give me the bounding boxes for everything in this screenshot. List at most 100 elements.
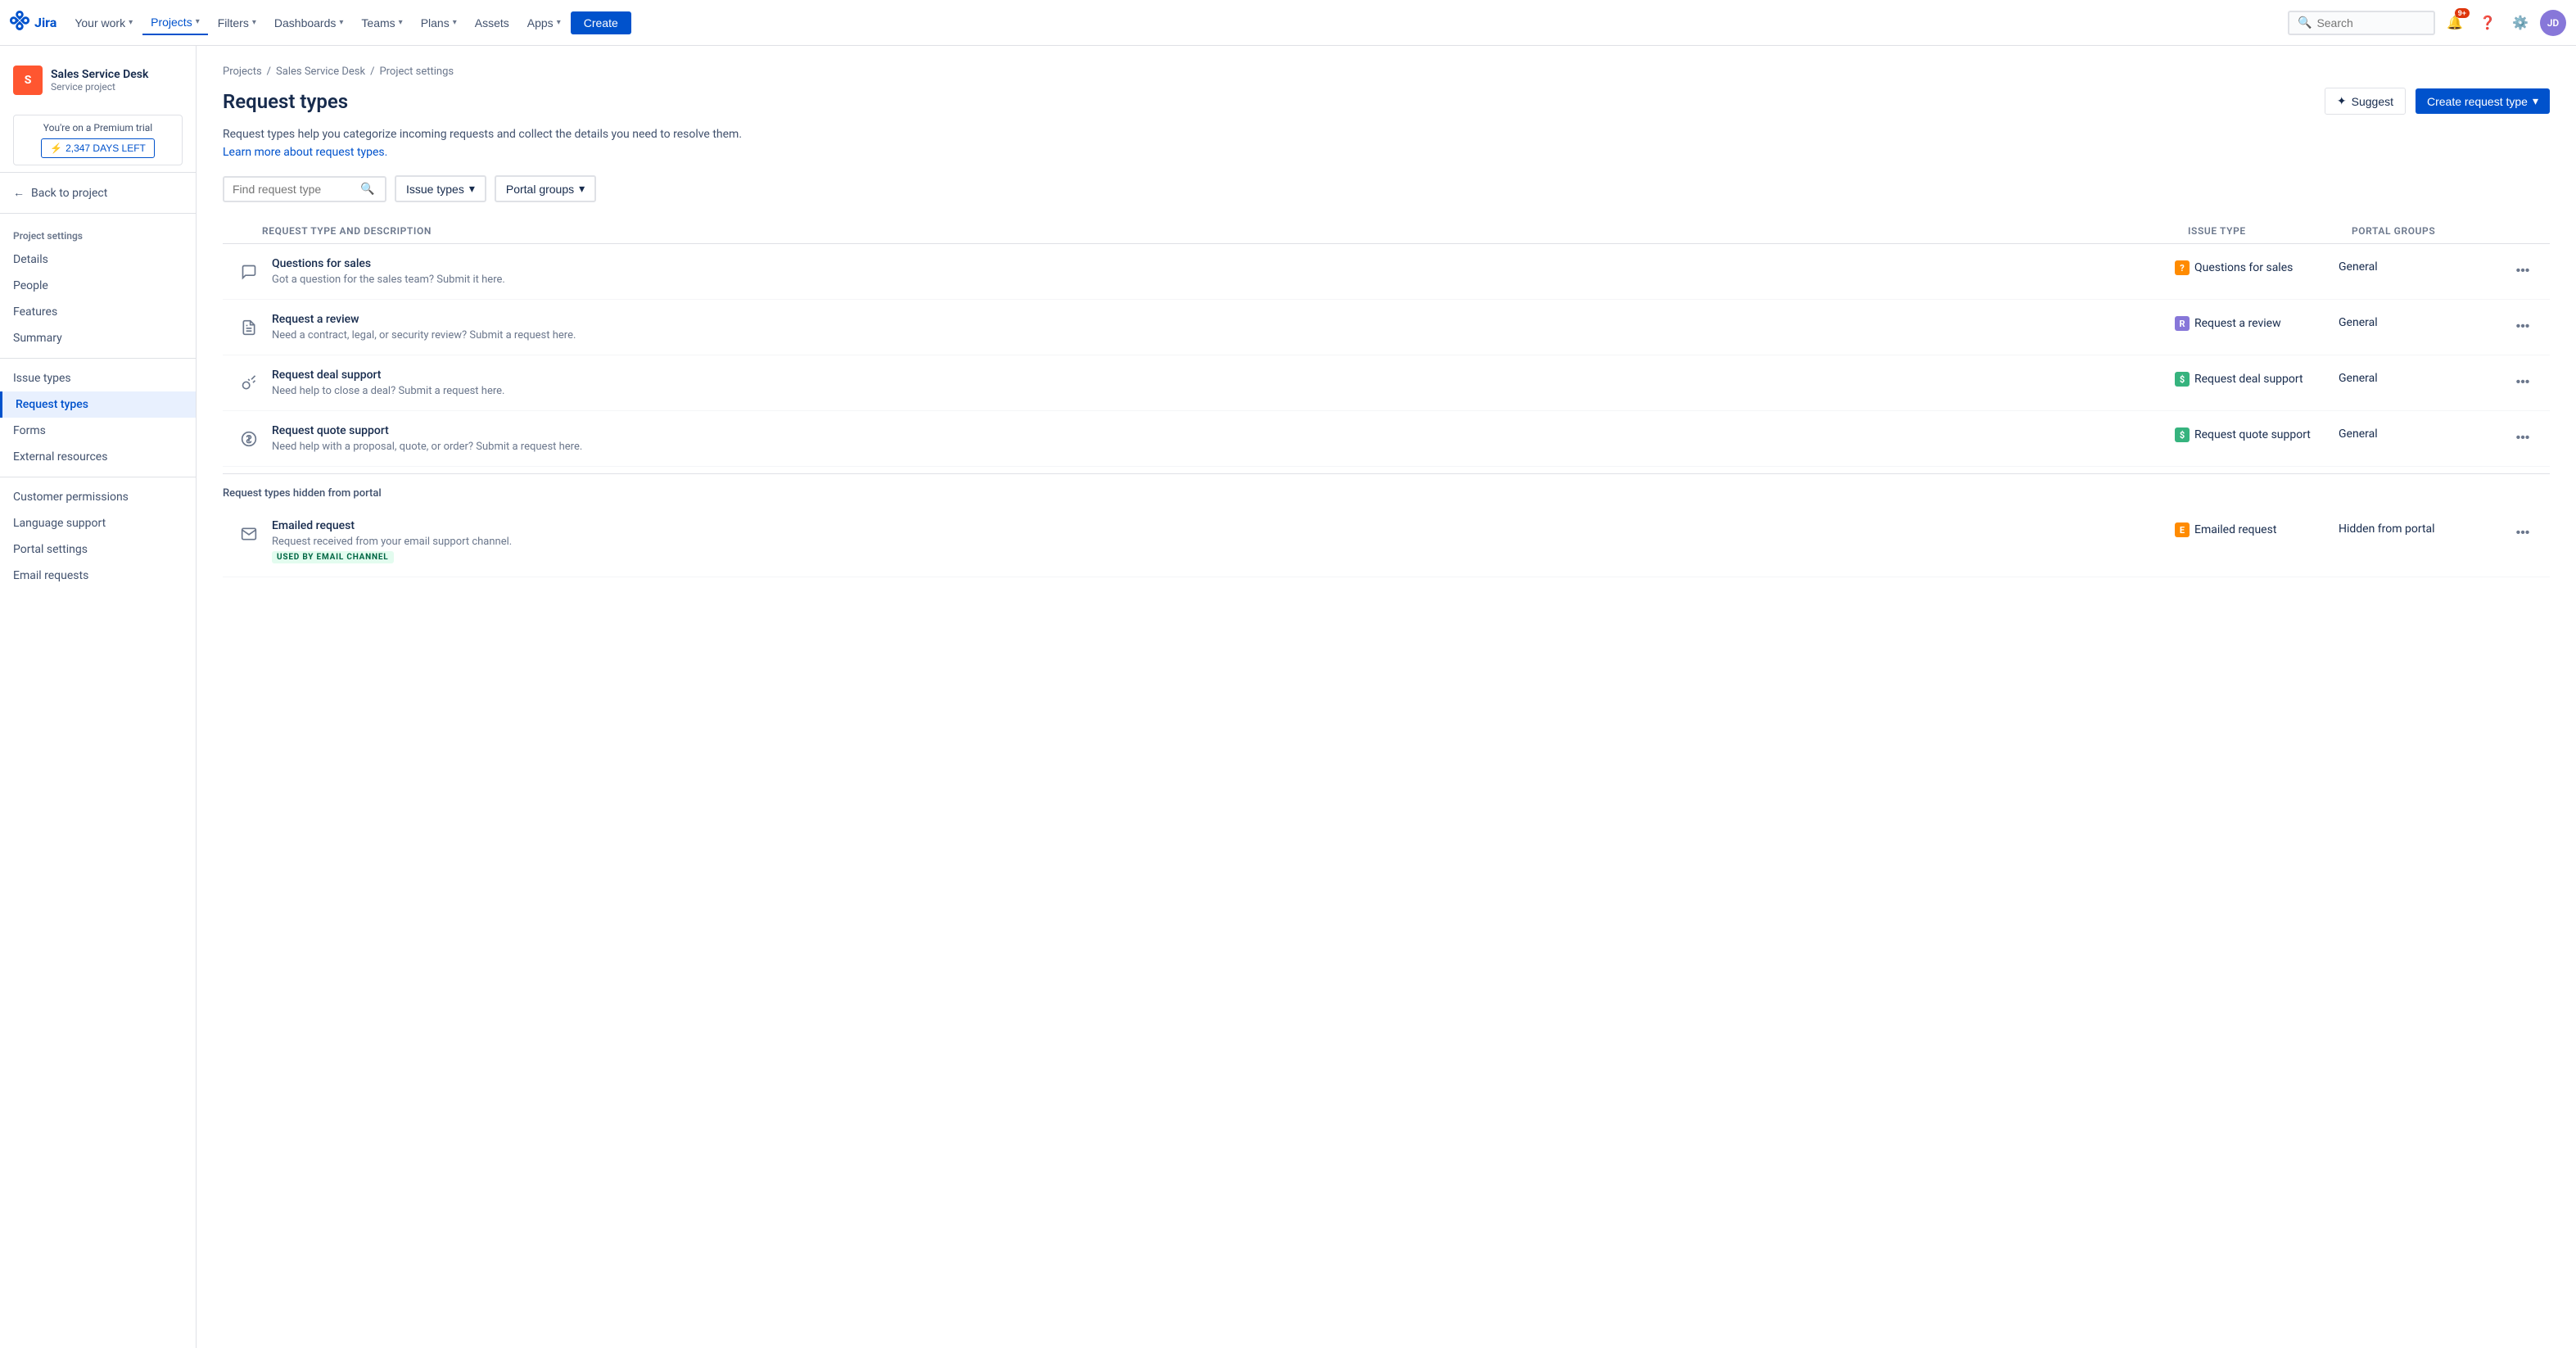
nav-create-button[interactable]: Create bbox=[571, 11, 631, 34]
chevron-icon: ▾ bbox=[557, 18, 561, 27]
breadcrumb-sep-2: / bbox=[370, 66, 374, 78]
back-to-project[interactable]: ← Back to project bbox=[0, 179, 196, 206]
chevron-icon: ▾ bbox=[399, 18, 403, 27]
sidebar-item-customer-permissions[interactable]: Customer permissions bbox=[0, 484, 196, 510]
avatar[interactable]: JD bbox=[2540, 10, 2566, 36]
back-icon: ← bbox=[13, 186, 25, 200]
breadcrumb-service-desk[interactable]: Sales Service Desk bbox=[276, 66, 365, 78]
nav-your-work[interactable]: Your work ▾ bbox=[66, 11, 141, 34]
settings-section-title: Project settings bbox=[0, 220, 196, 247]
chevron-icon: ▾ bbox=[196, 17, 200, 26]
settings-button[interactable]: ⚙️ bbox=[2507, 10, 2533, 36]
search-input[interactable] bbox=[2316, 16, 2415, 29]
filter-row: 🔍 Issue types ▾ Portal groups ▾ bbox=[223, 175, 2550, 202]
nav-logo-text: Jira bbox=[34, 15, 56, 30]
rt-name: Questions for sales bbox=[272, 257, 505, 270]
breadcrumb-project-settings[interactable]: Project settings bbox=[379, 66, 454, 78]
rt-issue-type: R Request a review bbox=[2175, 313, 2339, 331]
rt-name-col: Request deal support Need help to close … bbox=[229, 369, 2175, 397]
project-name: Sales Service Desk bbox=[51, 68, 183, 81]
chevron-icon: ▾ bbox=[453, 18, 457, 27]
issue-badge: ? bbox=[2175, 260, 2190, 275]
rt-name-info: Request a review Need a contract, legal,… bbox=[272, 313, 576, 342]
nav-dashboards[interactable]: Dashboards ▾ bbox=[266, 11, 352, 34]
sidebar-item-language-support[interactable]: Language support bbox=[0, 510, 196, 536]
find-request-type-input[interactable] bbox=[233, 183, 355, 196]
sidebar-divider-3 bbox=[0, 358, 196, 359]
nav-logo[interactable]: Jira bbox=[10, 11, 56, 35]
project-icon: S bbox=[13, 66, 43, 95]
table-row: Request deal support Need help to close … bbox=[223, 355, 2550, 411]
rt-name-col: Request quote support Need help with a p… bbox=[229, 424, 2175, 453]
sidebar-item-portal-settings[interactable]: Portal settings bbox=[0, 536, 196, 563]
header-actions: ✦ Suggest Create request type ▾ bbox=[2325, 88, 2550, 115]
rt-icon bbox=[236, 426, 262, 452]
more-options-button[interactable]: ••• bbox=[2510, 316, 2537, 337]
chevron-icon: ▾ bbox=[252, 18, 256, 27]
sidebar-item-external-resources[interactable]: External resources bbox=[0, 444, 196, 470]
nav-teams[interactable]: Teams ▾ bbox=[353, 11, 410, 34]
trial-button[interactable]: ⚡ 2,347 DAYS LEFT bbox=[41, 138, 155, 158]
more-options-button[interactable]: ••• bbox=[2510, 372, 2537, 393]
table-row: Request quote support Need help with a p… bbox=[223, 411, 2550, 467]
more-options-button[interactable]: ••• bbox=[2510, 260, 2537, 282]
lightning-icon: ⚡ bbox=[50, 142, 62, 154]
rt-description: Got a question for the sales team? Submi… bbox=[272, 274, 505, 286]
col-header-name: Request type and description bbox=[223, 225, 2181, 237]
nav-filters[interactable]: Filters ▾ bbox=[210, 11, 264, 34]
table-row: Request a review Need a contract, legal,… bbox=[223, 300, 2550, 355]
table-header: Request type and description Issue type … bbox=[223, 219, 2550, 244]
learn-more-link[interactable]: Learn more about request types. bbox=[223, 146, 387, 159]
more-options-button[interactable]: ••• bbox=[2510, 522, 2537, 544]
chevron-down-icon: ▾ bbox=[2533, 94, 2538, 108]
breadcrumb-projects[interactable]: Projects bbox=[223, 66, 262, 78]
used-badge: USED BY EMAIL CHANNEL bbox=[272, 551, 394, 563]
sidebar-item-features[interactable]: Features bbox=[0, 299, 196, 325]
sidebar-item-details[interactable]: Details bbox=[0, 247, 196, 273]
table-rows: Questions for sales Got a question for t… bbox=[223, 244, 2550, 467]
nav-plans[interactable]: Plans ▾ bbox=[413, 11, 465, 34]
rt-name: Emailed request bbox=[272, 519, 512, 532]
rt-portal-group: General bbox=[2339, 257, 2502, 274]
notifications-button[interactable]: 🔔 9+ bbox=[2442, 10, 2468, 36]
sidebar-item-request-types[interactable]: Request types bbox=[0, 391, 196, 418]
rt-portal-group: Hidden from portal bbox=[2339, 519, 2502, 536]
rt-icon bbox=[236, 370, 262, 396]
help-button[interactable]: ❓ bbox=[2474, 10, 2501, 36]
trial-banner: You're on a Premium trial ⚡ 2,347 DAYS L… bbox=[13, 115, 183, 165]
top-nav: Jira Your work ▾ Projects ▾ Filters ▾ Da… bbox=[0, 0, 2576, 46]
more-options-button[interactable]: ••• bbox=[2510, 427, 2537, 449]
rt-issue-type: $ Request quote support bbox=[2175, 424, 2339, 442]
rt-actions: ••• bbox=[2502, 519, 2543, 544]
rt-name-info: Emailed request Request received from yo… bbox=[272, 519, 512, 563]
rt-issue-type: ? Questions for sales bbox=[2175, 257, 2339, 275]
rt-issue-label: Request quote support bbox=[2194, 428, 2311, 441]
create-request-type-button[interactable]: Create request type ▾ bbox=[2416, 88, 2550, 114]
rt-actions: ••• bbox=[2502, 313, 2543, 337]
sidebar-item-summary[interactable]: Summary bbox=[0, 325, 196, 351]
suggest-button[interactable]: ✦ Suggest bbox=[2325, 88, 2406, 115]
chevron-icon: ▾ bbox=[129, 18, 133, 27]
page-title: Request types bbox=[223, 90, 348, 113]
rt-icon bbox=[236, 521, 262, 547]
nav-apps[interactable]: Apps ▾ bbox=[519, 11, 569, 34]
rt-description: Request received from your email support… bbox=[272, 536, 512, 548]
sidebar-item-email-requests[interactable]: Email requests bbox=[0, 563, 196, 589]
portal-groups-filter[interactable]: Portal groups ▾ bbox=[495, 175, 596, 202]
sidebar-divider-2 bbox=[0, 213, 196, 214]
sidebar-item-people[interactable]: People bbox=[0, 273, 196, 299]
suggest-icon: ✦ bbox=[2337, 94, 2347, 108]
search-filter[interactable]: 🔍 bbox=[223, 176, 386, 202]
search-box[interactable]: 🔍 bbox=[2288, 11, 2435, 35]
rt-name-info: Request quote support Need help with a p… bbox=[272, 424, 582, 453]
rt-issue-label: Questions for sales bbox=[2194, 261, 2293, 274]
sidebar-item-forms[interactable]: Forms bbox=[0, 418, 196, 444]
rt-name: Request a review bbox=[272, 313, 576, 326]
trial-text: You're on a Premium trial bbox=[24, 122, 172, 133]
rt-actions: ••• bbox=[2502, 257, 2543, 282]
issue-types-filter[interactable]: Issue types ▾ bbox=[395, 175, 486, 202]
nav-assets[interactable]: Assets bbox=[467, 11, 517, 34]
nav-projects[interactable]: Projects ▾ bbox=[142, 11, 208, 35]
nav-right: 🔍 🔔 9+ ❓ ⚙️ JD bbox=[2288, 10, 2566, 36]
sidebar-item-issue-types[interactable]: Issue types bbox=[0, 365, 196, 391]
